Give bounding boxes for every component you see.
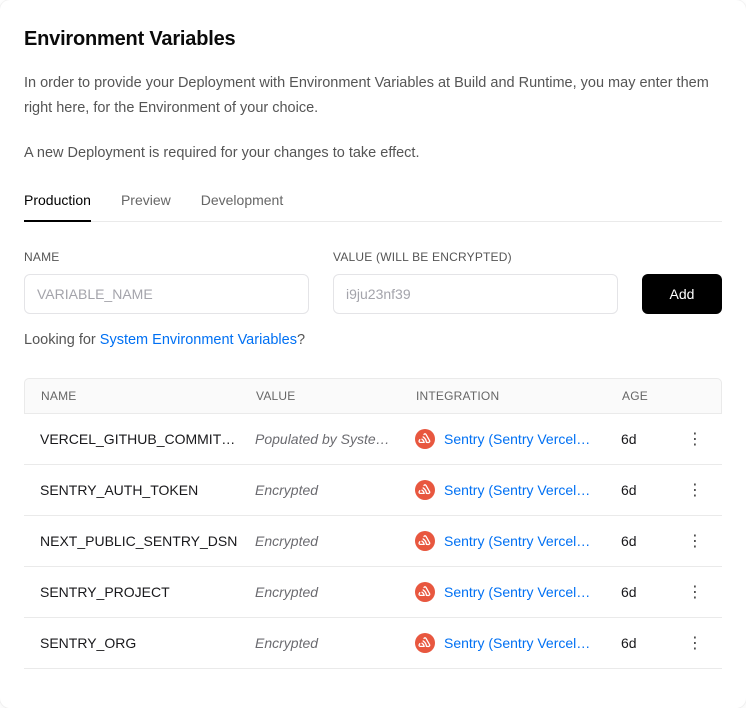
- page-title: Environment Variables: [24, 28, 722, 51]
- integration-cell: Sentry (Sentry Vercel…: [415, 480, 621, 500]
- variable-age: 6d: [621, 431, 681, 447]
- variable-name-input[interactable]: [24, 274, 309, 314]
- name-field-group: NAME: [24, 250, 309, 314]
- tab-production[interactable]: Production: [24, 192, 91, 222]
- tab-development[interactable]: Development: [201, 192, 284, 222]
- row-menu-button[interactable]: ⋮: [681, 478, 709, 502]
- integration-cell: Sentry (Sentry Vercel…: [415, 429, 621, 449]
- add-button[interactable]: Add: [642, 274, 722, 314]
- row-menu-button[interactable]: ⋮: [681, 529, 709, 553]
- row-menu-button[interactable]: ⋮: [681, 427, 709, 451]
- table-row: SENTRY_AUTH_TOKEN Encrypted Sentry (Sent…: [24, 465, 722, 516]
- integration-link[interactable]: Sentry (Sentry Vercel…: [444, 635, 590, 651]
- col-header-name: NAME: [41, 389, 256, 403]
- row-menu-button[interactable]: ⋮: [681, 631, 709, 655]
- table-row: SENTRY_ORG Encrypted Sentry (Sentry Verc…: [24, 618, 722, 669]
- integration-cell: Sentry (Sentry Vercel…: [415, 531, 621, 551]
- description-line-1: In order to provide your Deployment with…: [24, 71, 722, 121]
- name-label: NAME: [24, 250, 309, 264]
- variable-name: SENTRY_ORG: [40, 635, 255, 651]
- variable-age: 6d: [621, 635, 681, 651]
- sentry-icon: [415, 531, 435, 551]
- integration-link[interactable]: Sentry (Sentry Vercel…: [444, 584, 590, 600]
- variable-age: 6d: [621, 482, 681, 498]
- value-label: VALUE (WILL BE ENCRYPTED): [333, 250, 618, 264]
- table-row: NEXT_PUBLIC_SENTRY_DSN Encrypted Sentry …: [24, 516, 722, 567]
- col-header-integration: INTEGRATION: [416, 389, 622, 403]
- variable-value: Encrypted: [255, 635, 415, 651]
- table-row: SENTRY_PROJECT Encrypted Sentry (Sentry …: [24, 567, 722, 618]
- col-header-age: AGE: [622, 389, 682, 403]
- col-header-value: VALUE: [256, 389, 416, 403]
- system-env-hint-suffix: ?: [297, 332, 305, 348]
- variable-value: Populated by Syste…: [255, 431, 415, 447]
- description-line-2: A new Deployment is required for your ch…: [24, 141, 722, 166]
- variables-table: NAME VALUE INTEGRATION AGE VERCEL_GITHUB…: [24, 378, 722, 669]
- value-field-group: VALUE (WILL BE ENCRYPTED): [333, 250, 618, 314]
- tab-preview[interactable]: Preview: [121, 192, 171, 222]
- integration-link[interactable]: Sentry (Sentry Vercel…: [444, 482, 590, 498]
- table-header-row: NAME VALUE INTEGRATION AGE: [24, 378, 722, 414]
- system-env-variables-link[interactable]: System Environment Variables: [100, 332, 297, 348]
- variable-value-input[interactable]: [333, 274, 618, 314]
- system-env-hint: Looking for System Environment Variables…: [24, 332, 722, 348]
- variable-value: Encrypted: [255, 482, 415, 498]
- variable-name: VERCEL_GITHUB_COMMIT_…: [40, 431, 255, 447]
- variable-name: SENTRY_AUTH_TOKEN: [40, 482, 255, 498]
- variable-age: 6d: [621, 584, 681, 600]
- system-env-hint-prefix: Looking for: [24, 332, 100, 348]
- integration-link[interactable]: Sentry (Sentry Vercel…: [444, 533, 590, 549]
- integration-cell: Sentry (Sentry Vercel…: [415, 633, 621, 653]
- environment-tabs: Production Preview Development: [24, 192, 722, 222]
- sentry-icon: [415, 480, 435, 500]
- table-row: VERCEL_GITHUB_COMMIT_… Populated by Syst…: [24, 414, 722, 465]
- sentry-icon: [415, 429, 435, 449]
- variable-name: SENTRY_PROJECT: [40, 584, 255, 600]
- variable-value: Encrypted: [255, 584, 415, 600]
- sentry-icon: [415, 582, 435, 602]
- add-variable-form: NAME VALUE (WILL BE ENCRYPTED) Add: [24, 250, 722, 314]
- variable-value: Encrypted: [255, 533, 415, 549]
- variable-age: 6d: [621, 533, 681, 549]
- sentry-icon: [415, 633, 435, 653]
- integration-cell: Sentry (Sentry Vercel…: [415, 582, 621, 602]
- row-menu-button[interactable]: ⋮: [681, 580, 709, 604]
- variable-name: NEXT_PUBLIC_SENTRY_DSN: [40, 533, 255, 549]
- integration-link[interactable]: Sentry (Sentry Vercel…: [444, 431, 590, 447]
- environment-variables-panel: Environment Variables In order to provid…: [0, 0, 746, 708]
